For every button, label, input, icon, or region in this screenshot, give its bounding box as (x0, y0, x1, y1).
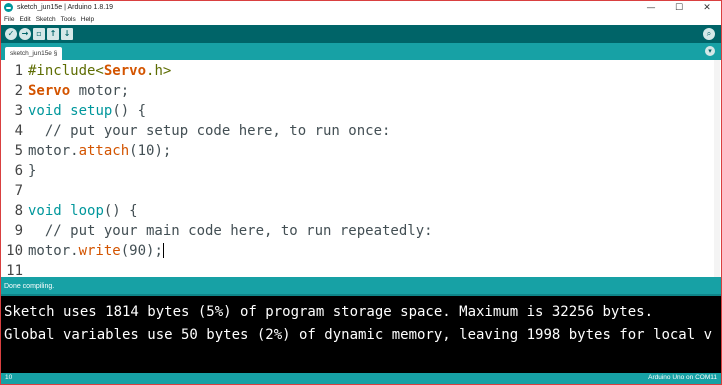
code-line[interactable]: 3 void setup() { (1, 101, 721, 121)
upload-icon[interactable]: → (19, 28, 31, 40)
code-text: // put your main code here, to run repea… (28, 221, 433, 241)
window-title: sketch_jun15e | Arduino 1.8.19 (17, 4, 114, 11)
code-token: .h> (146, 63, 172, 79)
line-number: 10 (6, 243, 23, 259)
menu-bar: File Edit Sketch Tools Help (1, 14, 721, 25)
code-line[interactable]: 5 motor.attach(10); (1, 141, 721, 161)
code-line[interactable]: 4 // put your setup code here, to run on… (1, 121, 721, 141)
bottom-status-bar: 10 Arduino Uno on COM11 (1, 373, 721, 384)
code-token: () { (112, 103, 147, 119)
line-number: 8 (14, 203, 23, 219)
code-text: motor.write(90); (28, 241, 164, 261)
code-token: } (28, 163, 37, 179)
line-number: 4 (14, 123, 23, 139)
code-text: motor.attach(10); (28, 141, 171, 161)
code-token: () { (103, 203, 138, 219)
save-sketch-icon[interactable]: ↓ (61, 28, 73, 40)
line-number: 6 (14, 163, 23, 179)
verify-icon[interactable]: ✓ (5, 28, 17, 40)
line-number: 3 (14, 103, 23, 119)
current-line-number: 10 (5, 374, 13, 381)
status-bar: Done compiling. (1, 277, 721, 295)
line-number: 2 (14, 83, 23, 99)
text-caret (162, 243, 164, 258)
tab-menu-icon[interactable]: ▾ (705, 46, 715, 56)
code-line[interactable]: 2 Servo motor; (1, 81, 721, 101)
code-line[interactable]: 1 #include<Servo.h> (1, 61, 721, 81)
menu-sketch[interactable]: Sketch (36, 16, 56, 23)
menu-tools[interactable]: Tools (61, 16, 76, 23)
arduino-ide-window: sketch_jun15e | Arduino 1.8.19 — ☐ ✕ Fil… (0, 0, 722, 385)
minimize-button[interactable]: — (637, 1, 665, 14)
code-line[interactable]: 9 // put your main code here, to run rep… (1, 221, 721, 241)
output-console: Sketch uses 1814 bytes (5%) of program s… (1, 296, 721, 373)
window-controls: — ☐ ✕ (637, 1, 721, 14)
code-token: loop (70, 203, 104, 219)
code-text: Servo motor; (28, 81, 129, 101)
open-sketch-icon[interactable]: ↑ (47, 28, 59, 40)
code-text: #include<Servo.h> (28, 61, 171, 81)
code-token: Servo (28, 83, 71, 99)
code-line[interactable]: 8 void loop() { (1, 201, 721, 221)
code-text: void loop() { (28, 201, 138, 221)
close-button[interactable]: ✕ (693, 1, 721, 14)
line-number: 1 (14, 63, 23, 79)
code-line[interactable]: 6} (1, 161, 721, 181)
code-editor[interactable]: 1 #include<Servo.h> 2 Servo motor; 3 void set… (1, 60, 721, 279)
code-token: (10); (129, 143, 172, 159)
tab-bar: sketch_jun15e § ▾ (1, 43, 721, 60)
line-number: 5 (14, 143, 23, 159)
code-text: // put your setup code here, to run once… (28, 121, 391, 141)
code-text: void setup() { (28, 101, 146, 121)
console-line: Sketch uses 1814 bytes (5%) of program s… (4, 304, 654, 320)
board-port-label: Arduino Uno on COM11 (648, 374, 717, 381)
line-number: 7 (14, 183, 23, 199)
tab-sketch[interactable]: sketch_jun15e § (5, 47, 63, 60)
code-token: setup (70, 103, 113, 119)
new-sketch-icon[interactable]: ▫ (33, 28, 45, 40)
code-token: #include< (28, 63, 104, 79)
console-line: Global variables use 50 bytes (2%) of dy… (4, 327, 713, 343)
code-token: motor; (70, 83, 130, 99)
code-token: (90); (120, 243, 163, 259)
code-token: void (28, 103, 62, 119)
code-token: Servo (103, 63, 147, 79)
maximize-button[interactable]: ☐ (665, 1, 693, 14)
menu-file[interactable]: File (4, 16, 14, 23)
status-message: Done compiling. (4, 282, 55, 290)
code-token: // put your main code here, to run repea… (28, 223, 433, 239)
code-token: void (28, 203, 62, 219)
code-token: motor. (28, 143, 79, 159)
menu-edit[interactable]: Edit (19, 16, 30, 23)
code-token: // put your setup code here, to run once… (28, 123, 391, 139)
title-bar: sketch_jun15e | Arduino 1.8.19 — ☐ ✕ (1, 1, 721, 14)
code-line[interactable]: 7 (1, 181, 721, 201)
code-line[interactable]: 10 motor.write(90); (1, 241, 721, 261)
toolbar: ✓ → ▫ ↑ ↓ ⌕ (1, 25, 721, 43)
menu-help[interactable]: Help (81, 16, 94, 23)
line-number: 9 (14, 223, 23, 239)
code-text: } (28, 161, 36, 181)
code-token: motor. (28, 243, 79, 259)
serial-monitor-icon[interactable]: ⌕ (703, 28, 715, 40)
code-token: write (78, 243, 121, 259)
code-token: attach (78, 143, 130, 159)
arduino-logo-icon (4, 3, 13, 12)
